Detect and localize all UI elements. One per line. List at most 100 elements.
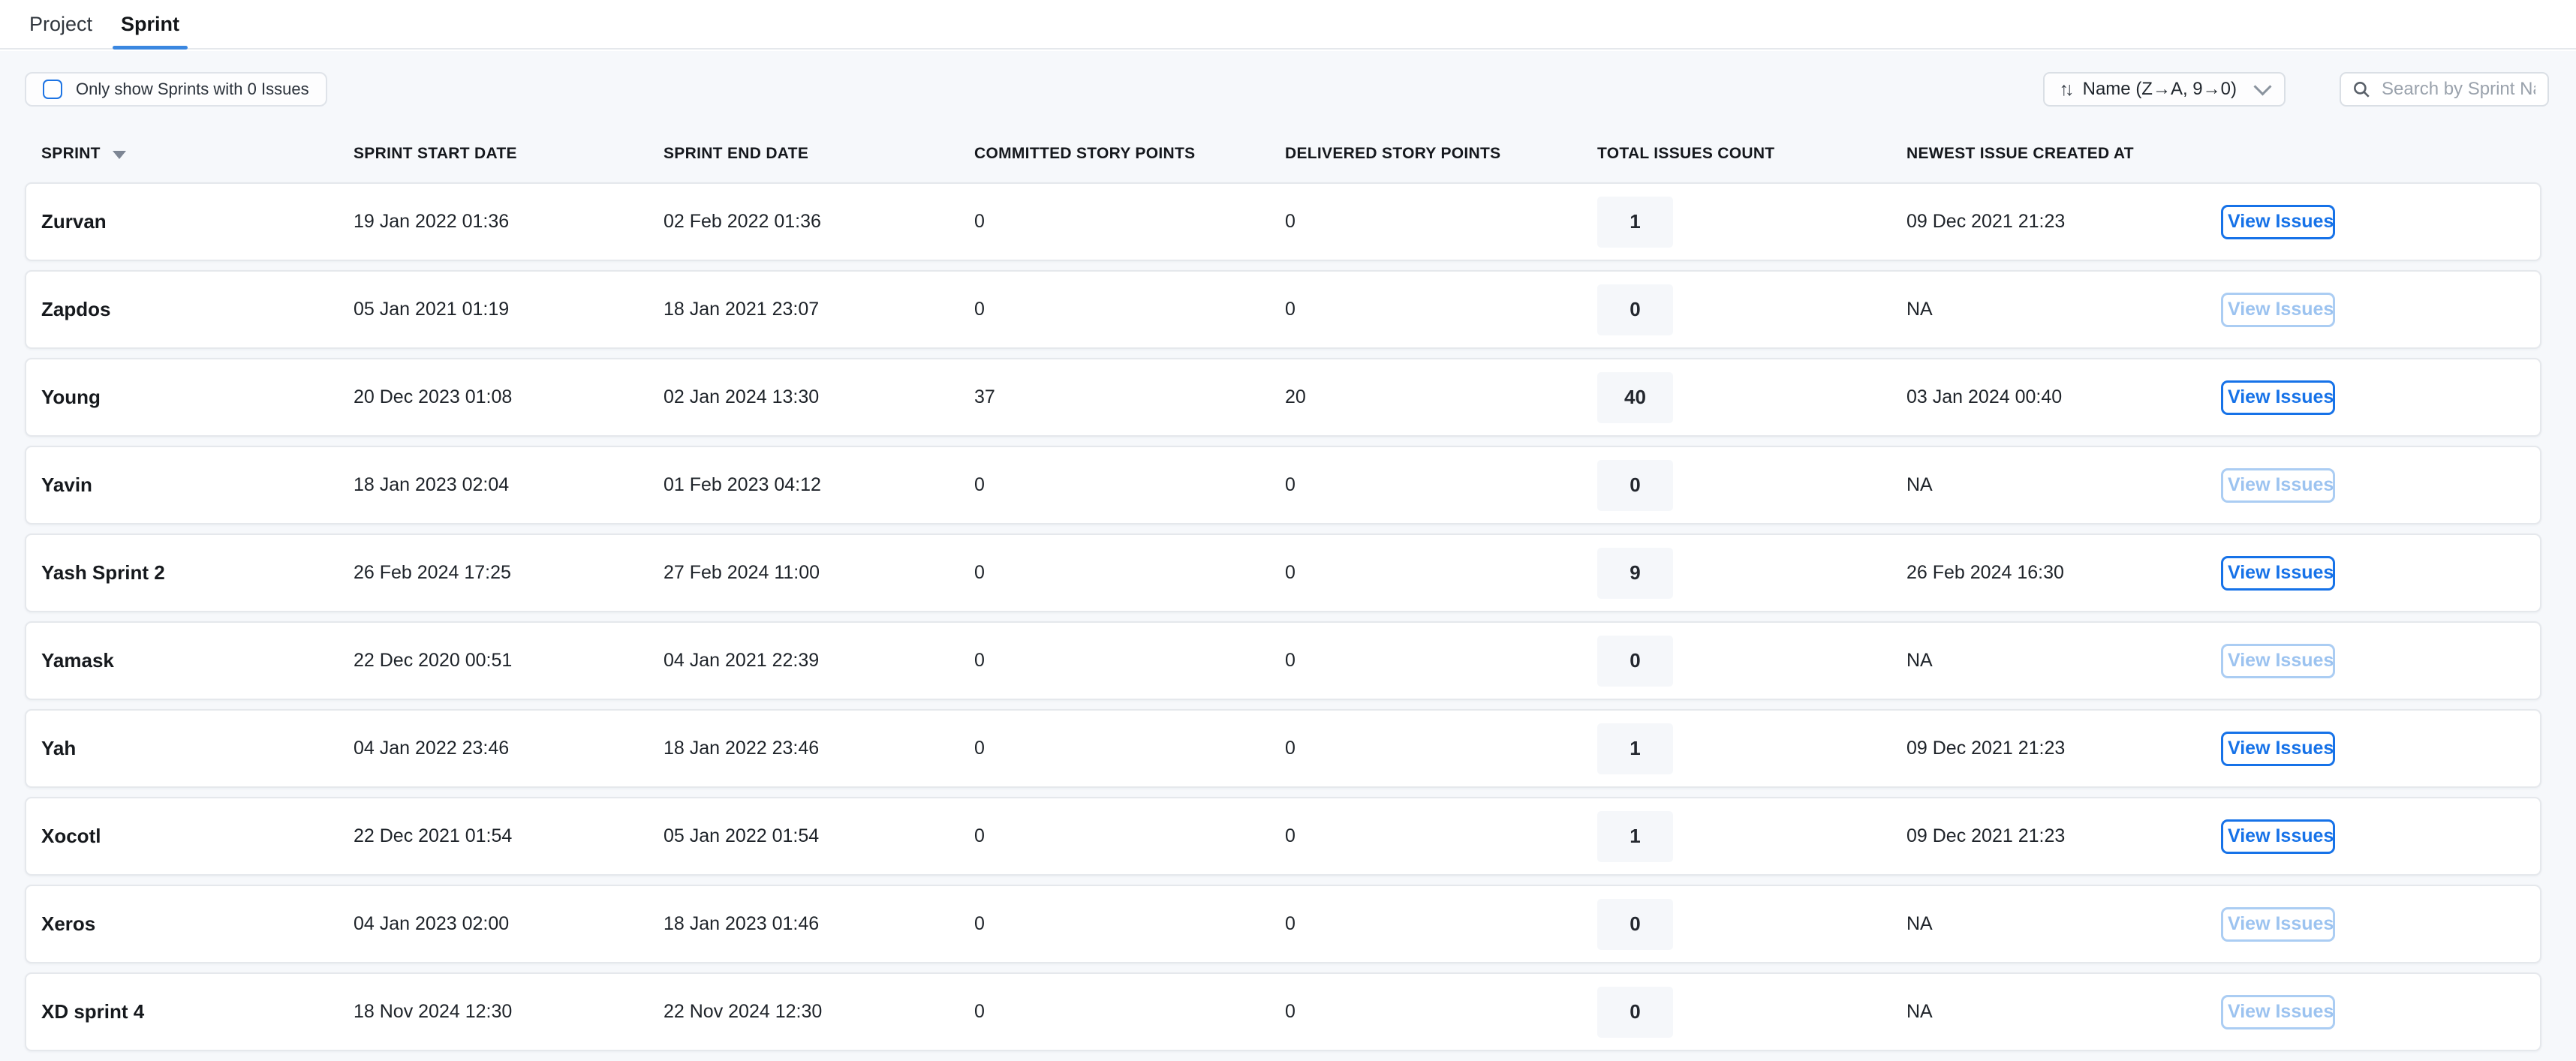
view-issues-button: View Issues xyxy=(2221,293,2335,327)
committed-story-points: 0 xyxy=(974,474,1285,496)
sprint-name: Yah xyxy=(41,737,354,760)
sprint-start-date: 26 Feb 2024 17:25 xyxy=(354,562,664,584)
total-issues-badge: 0 xyxy=(1597,284,1673,335)
sprint-end-date: 04 Jan 2021 22:39 xyxy=(664,650,974,672)
sprint-end-date: 05 Jan 2022 01:54 xyxy=(664,825,974,847)
delivered-story-points: 0 xyxy=(1285,299,1597,320)
sort-arrows-icon: ↑↓ xyxy=(2060,80,2071,99)
sprint-start-date: 19 Jan 2022 01:36 xyxy=(354,211,664,233)
search-input[interactable] xyxy=(2380,78,2537,101)
sprint-start-date: 04 Jan 2023 02:00 xyxy=(354,913,664,935)
sprint-end-date: 18 Jan 2023 01:46 xyxy=(664,913,974,935)
delivered-story-points: 0 xyxy=(1285,738,1597,759)
sprint-page: Project Sprint Only show Sprints with 0 … xyxy=(0,0,2576,1061)
delivered-story-points: 20 xyxy=(1285,386,1597,408)
right-controls: ↑↓ Name (Z→A, 9→0) xyxy=(2043,72,2549,107)
table-row: Young 20 Dec 2023 01:08 02 Jan 2024 13:3… xyxy=(25,358,2541,437)
sprint-name: Zurvan xyxy=(41,210,354,233)
total-issues-badge: 40 xyxy=(1597,372,1673,423)
header-newest-issue-created-at: NEWEST ISSUE CREATED AT xyxy=(1906,145,2221,163)
sort-dropdown[interactable]: ↑↓ Name (Z→A, 9→0) xyxy=(2043,72,2286,107)
chevron-down-icon xyxy=(2253,77,2271,95)
committed-story-points: 0 xyxy=(974,825,1285,847)
committed-story-points: 0 xyxy=(974,211,1285,233)
content-area: Only show Sprints with 0 Issues ↑↓ Name … xyxy=(0,51,2576,1061)
committed-story-points: 0 xyxy=(974,1001,1285,1023)
header-committed-story-points: COMMITTED STORY POINTS xyxy=(974,145,1285,163)
sprint-search xyxy=(2340,72,2549,107)
delivered-story-points: 0 xyxy=(1285,650,1597,672)
sprint-start-date: 22 Dec 2020 00:51 xyxy=(354,650,664,672)
sprint-end-date: 27 Feb 2024 11:00 xyxy=(664,562,974,584)
total-issues-badge: 0 xyxy=(1597,987,1673,1038)
tab-bar: Project Sprint xyxy=(0,0,2576,50)
view-issues-button[interactable]: View Issues xyxy=(2221,205,2335,239)
newest-issue-created-at: 26 Feb 2024 16:30 xyxy=(1906,562,2221,584)
filter-label: Only show Sprints with 0 Issues xyxy=(76,80,309,99)
delivered-story-points: 0 xyxy=(1285,1001,1597,1023)
table-row: Yamask 22 Dec 2020 00:51 04 Jan 2021 22:… xyxy=(25,621,2541,700)
only-zero-issues-filter[interactable]: Only show Sprints with 0 Issues xyxy=(25,72,327,107)
total-issues-badge: 1 xyxy=(1597,723,1673,774)
total-issues-badge: 0 xyxy=(1597,899,1673,950)
sort-caret-icon xyxy=(113,151,126,159)
sprint-start-date: 18 Jan 2023 02:04 xyxy=(354,474,664,496)
controls-row: Only show Sprints with 0 Issues ↑↓ Name … xyxy=(25,72,2549,107)
sprint-row-list: Zurvan 19 Jan 2022 01:36 02 Feb 2022 01:… xyxy=(25,182,2541,1051)
sprint-name: Xocotl xyxy=(41,825,354,848)
newest-issue-created-at: NA xyxy=(1906,650,2221,672)
header-sprint[interactable]: SPRINT xyxy=(41,145,354,163)
committed-story-points: 0 xyxy=(974,299,1285,320)
newest-issue-created-at: NA xyxy=(1906,913,2221,935)
sprint-end-date: 18 Jan 2021 23:07 xyxy=(664,299,974,320)
total-issues-badge: 9 xyxy=(1597,548,1673,599)
only-zero-issues-checkbox[interactable] xyxy=(43,80,62,99)
table-row: Xeros 04 Jan 2023 02:00 18 Jan 2023 01:4… xyxy=(25,885,2541,963)
table-header: SPRINT SPRINT START DATE SPRINT END DATE… xyxy=(25,132,2541,176)
sprint-end-date: 18 Jan 2022 23:46 xyxy=(664,738,974,759)
table-row: Xocotl 22 Dec 2021 01:54 05 Jan 2022 01:… xyxy=(25,797,2541,876)
newest-issue-created-at: 03 Jan 2024 00:40 xyxy=(1906,386,2221,408)
total-issues-badge: 0 xyxy=(1597,460,1673,511)
delivered-story-points: 0 xyxy=(1285,211,1597,233)
view-issues-button[interactable]: View Issues xyxy=(2221,556,2335,591)
view-issues-button[interactable]: View Issues xyxy=(2221,732,2335,766)
committed-story-points: 0 xyxy=(974,562,1285,584)
sprint-end-date: 01 Feb 2023 04:12 xyxy=(664,474,974,496)
table-row: Zurvan 19 Jan 2022 01:36 02 Feb 2022 01:… xyxy=(25,182,2541,261)
header-delivered-story-points: DELIVERED STORY POINTS xyxy=(1285,145,1597,163)
sprint-start-date: 20 Dec 2023 01:08 xyxy=(354,386,664,408)
sprint-name: Yamask xyxy=(41,649,354,672)
committed-story-points: 37 xyxy=(974,386,1285,408)
delivered-story-points: 0 xyxy=(1285,474,1597,496)
tab-sprint[interactable]: Sprint xyxy=(116,0,184,48)
table-row: Yavin 18 Jan 2023 02:04 01 Feb 2023 04:1… xyxy=(25,446,2541,524)
view-issues-button: View Issues xyxy=(2221,468,2335,503)
sprint-name: XD sprint 4 xyxy=(41,1000,354,1023)
view-issues-button[interactable]: View Issues xyxy=(2221,819,2335,854)
view-issues-button: View Issues xyxy=(2221,644,2335,678)
committed-story-points: 0 xyxy=(974,738,1285,759)
committed-story-points: 0 xyxy=(974,913,1285,935)
newest-issue-created-at: NA xyxy=(1906,299,2221,320)
total-issues-badge: 1 xyxy=(1597,811,1673,862)
sprint-name: Young xyxy=(41,386,354,409)
header-sprint-start-date: SPRINT START DATE xyxy=(354,145,664,163)
newest-issue-created-at: 09 Dec 2021 21:23 xyxy=(1906,825,2221,847)
view-issues-button[interactable]: View Issues xyxy=(2221,380,2335,415)
sprint-end-date: 02 Jan 2024 13:30 xyxy=(664,386,974,408)
sprint-name: Zapdos xyxy=(41,298,354,321)
sprint-start-date: 18 Nov 2024 12:30 xyxy=(354,1001,664,1023)
sprint-end-date: 02 Feb 2022 01:36 xyxy=(664,211,974,233)
table-row: Yah 04 Jan 2022 23:46 18 Jan 2022 23:46 … xyxy=(25,709,2541,788)
newest-issue-created-at: 09 Dec 2021 21:23 xyxy=(1906,211,2221,233)
newest-issue-created-at: 09 Dec 2021 21:23 xyxy=(1906,738,2221,759)
tab-project[interactable]: Project xyxy=(25,0,97,48)
view-issues-button: View Issues xyxy=(2221,907,2335,942)
sprint-name: Yash Sprint 2 xyxy=(41,561,354,585)
delivered-story-points: 0 xyxy=(1285,825,1597,847)
header-total-issues-count: TOTAL ISSUES COUNT xyxy=(1597,145,1906,163)
total-issues-badge: 1 xyxy=(1597,197,1673,248)
table-row: XD sprint 4 18 Nov 2024 12:30 22 Nov 202… xyxy=(25,972,2541,1051)
header-sprint-end-date: SPRINT END DATE xyxy=(664,145,974,163)
